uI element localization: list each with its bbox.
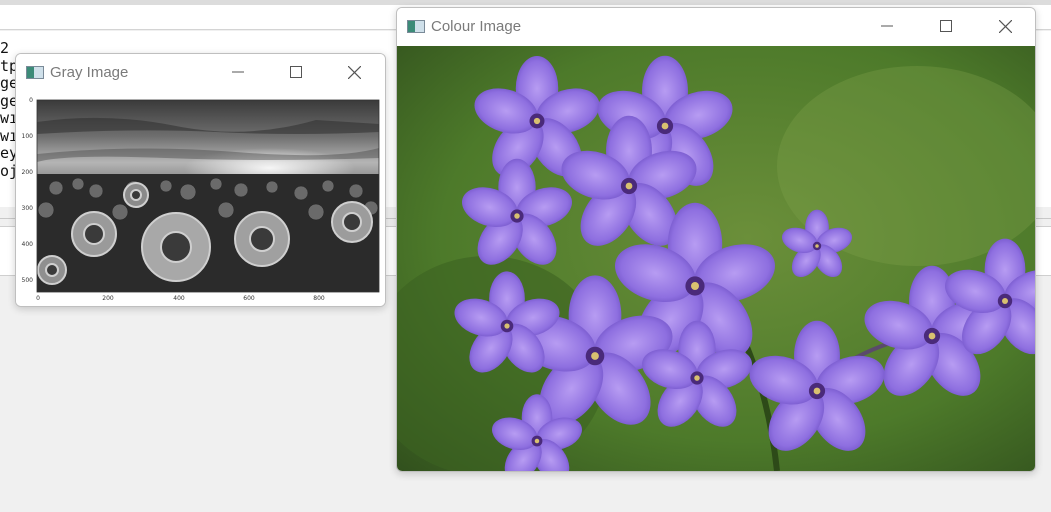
- y-tick-label: 300: [22, 205, 34, 212]
- gray-image-window[interactable]: Gray Image 0 100 200 300 400 500 0 200 4…: [15, 53, 386, 307]
- window-title: Gray Image: [50, 64, 129, 81]
- colour-photo-svg: [397, 46, 1035, 471]
- colour-window-titlebar[interactable]: Colour Image: [397, 8, 1035, 44]
- minimize-button[interactable]: [864, 8, 910, 44]
- x-tick-label: 200: [102, 295, 114, 302]
- grayscale-photo: [37, 100, 379, 292]
- gray-image-plot: 0 100 200 300 400 500 0 200 400 600 800: [16, 92, 385, 306]
- minimize-button[interactable]: [215, 54, 261, 90]
- maximize-button[interactable]: [273, 54, 319, 90]
- close-button[interactable]: [331, 54, 377, 90]
- x-tick-label: 600: [243, 295, 255, 302]
- close-icon: [347, 65, 361, 79]
- maximize-icon: [940, 20, 952, 32]
- gray-window-titlebar[interactable]: Gray Image: [16, 54, 385, 90]
- y-tick-label: 500: [22, 277, 34, 284]
- gray-plot-svg: 0 100 200 300 400 500 0 200 400 600 800: [22, 97, 380, 302]
- minimize-icon: [881, 25, 893, 27]
- window-title: Colour Image: [431, 18, 522, 35]
- maximize-button[interactable]: [923, 8, 969, 44]
- y-tick-label: 200: [22, 169, 34, 176]
- close-icon: [998, 19, 1012, 33]
- maximize-icon: [290, 66, 302, 78]
- y-tick-label: 0: [29, 97, 33, 104]
- x-tick-label: 400: [173, 295, 185, 302]
- y-tick-label: 400: [22, 241, 34, 248]
- app-icon: [407, 20, 425, 33]
- close-button[interactable]: [982, 8, 1028, 44]
- app-icon: [26, 66, 44, 79]
- x-tick-label: 800: [313, 295, 325, 302]
- colour-image-window[interactable]: Colour Image: [396, 7, 1036, 472]
- minimize-icon: [232, 71, 244, 73]
- y-tick-label: 100: [22, 133, 34, 140]
- x-tick-label: 0: [36, 295, 40, 302]
- colour-photo: [397, 46, 1035, 471]
